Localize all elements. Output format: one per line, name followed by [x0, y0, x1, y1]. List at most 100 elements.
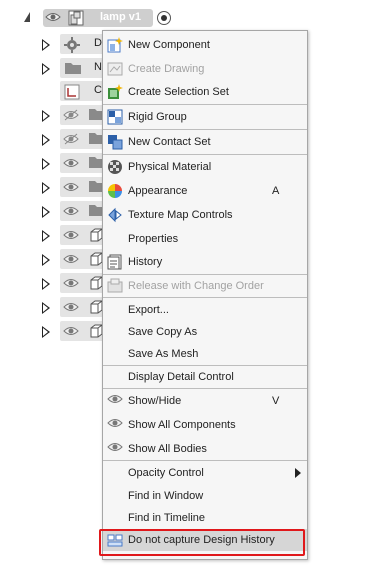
eye-icon[interactable]: [63, 205, 79, 219]
eye-icon[interactable]: [63, 181, 79, 195]
eye-icon[interactable]: [45, 11, 61, 26]
release-icon: [107, 278, 123, 294]
expand-triangle-icon[interactable]: [42, 110, 50, 122]
menu-item-label: New Component: [128, 39, 210, 51]
menu-item-export[interactable]: Export...: [103, 299, 307, 321]
menu-item-label: Create Drawing: [128, 63, 205, 75]
selection-set-icon: [107, 84, 123, 100]
eye-off-icon[interactable]: [63, 133, 79, 147]
menu-item-label: Show/Hide: [128, 395, 182, 407]
expand-triangle-icon[interactable]: [42, 63, 50, 75]
menu-item-properties[interactable]: Properties: [103, 228, 307, 250]
menu-item-label: Display Detail Control: [128, 371, 234, 383]
menu-item-label: Save Copy As: [128, 326, 198, 338]
menu-item-label: Show All Bodies: [128, 443, 207, 455]
tree-row[interactable]: [38, 272, 108, 294]
menu-separator: [103, 104, 307, 105]
menu-item-find-in-timeline[interactable]: Find in Timeline: [103, 507, 307, 529]
menu-item-label: History: [128, 256, 163, 268]
eye-icon[interactable]: [63, 325, 79, 339]
expand-triangle-icon[interactable]: [42, 278, 50, 290]
expand-triangle-icon[interactable]: [42, 326, 50, 338]
menu-item-label: Save As Mesh: [128, 348, 199, 360]
create-drawing-icon: [107, 61, 123, 77]
tree-row[interactable]: [38, 200, 108, 222]
texture-map-icon: [107, 207, 123, 223]
expand-triangle-icon[interactable]: [42, 230, 50, 242]
tree-row[interactable]: De: [38, 33, 108, 55]
menu-item-label: Texture Map Controls: [128, 209, 233, 221]
menu-item-physical-material[interactable]: Physical Material: [103, 156, 307, 178]
tree-row[interactable]: [38, 248, 108, 270]
menu-item-history[interactable]: History: [103, 251, 307, 273]
menu-item-appearance[interactable]: Appearance A: [103, 180, 307, 202]
eye-icon: [107, 417, 123, 433]
menu-item-label: Find in Window: [128, 490, 204, 502]
menu-item-texture-map-controls[interactable]: Texture Map Controls: [103, 204, 307, 226]
menu-item-label: Create Selection Set: [128, 86, 229, 98]
component-icon: [68, 10, 84, 29]
tree-row[interactable]: [38, 128, 108, 150]
expand-triangle-icon[interactable]: [42, 39, 50, 51]
root-component-label[interactable]: lamp v1: [100, 11, 141, 23]
menu-item-label: New Contact Set: [128, 136, 211, 148]
menu-item-save-as-mesh[interactable]: Save As Mesh: [103, 343, 307, 365]
eye-icon[interactable]: [63, 301, 79, 315]
tree-row[interactable]: [38, 320, 108, 342]
menu-separator: [103, 388, 307, 389]
menu-item-show-all-components[interactable]: Show All Components: [103, 414, 307, 436]
menu-item-label: Show All Components: [128, 419, 236, 431]
expand-triangle-icon[interactable]: [42, 206, 50, 218]
eye-off-icon[interactable]: [63, 109, 79, 123]
menu-item-display-detail-control[interactable]: Display Detail Control: [103, 366, 307, 388]
menu-item-opacity-control[interactable]: Opacity Control: [103, 462, 307, 484]
menu-item-label: Opacity Control: [128, 467, 204, 479]
activate-radio-icon[interactable]: [157, 11, 171, 25]
menu-item-label: Physical Material: [128, 161, 212, 173]
gear-icon: [64, 37, 80, 53]
expand-triangle-icon[interactable]: [42, 134, 50, 146]
menu-item-label: Appearance: [128, 185, 188, 197]
rigid-group-icon: [107, 109, 123, 125]
expand-triangle-icon[interactable]: [42, 302, 50, 314]
context-menu: New Component Create Drawing Create Select…: [102, 30, 308, 560]
menu-item-create-drawing: Create Drawing: [103, 58, 307, 80]
menu-item-show-hide[interactable]: Show/Hide V: [103, 390, 307, 412]
expand-triangle-icon[interactable]: [42, 182, 50, 194]
shortcut-key: A: [272, 185, 280, 197]
menu-item-create-selection-set[interactable]: Create Selection Set: [103, 81, 307, 103]
menu-separator: [103, 460, 307, 461]
menu-item-find-in-window[interactable]: Find in Window: [103, 485, 307, 507]
highlight-box: [99, 529, 305, 556]
menu-item-show-all-bodies[interactable]: Show All Bodies: [103, 438, 307, 460]
menu-item-new-contact-set[interactable]: New Contact Set: [103, 131, 307, 153]
eye-icon[interactable]: [63, 229, 79, 243]
shortcut-key: V: [272, 395, 280, 407]
eye-icon[interactable]: [63, 277, 79, 291]
menu-item-rigid-group[interactable]: Rigid Group: [103, 106, 307, 128]
menu-separator: [103, 129, 307, 130]
menu-item-label: Export...: [128, 304, 169, 316]
menu-item-label: Release with Change Order: [128, 280, 264, 292]
eye-icon[interactable]: [63, 157, 79, 171]
physical-material-icon: [107, 159, 123, 175]
tree-row[interactable]: [38, 296, 108, 318]
expand-triangle-icon[interactable]: [42, 158, 50, 170]
menu-item-new-component[interactable]: New Component: [103, 34, 307, 56]
tree-row[interactable]: [38, 224, 108, 246]
menu-separator: [103, 297, 307, 298]
menu-item-label: Find in Timeline: [128, 512, 206, 524]
menu-item-save-copy-as[interactable]: Save Copy As: [103, 321, 307, 343]
tree-row[interactable]: [38, 152, 108, 174]
root-collapse-triangle[interactable]: [24, 12, 30, 22]
tree-row[interactable]: [38, 176, 108, 198]
menu-separator: [103, 154, 307, 155]
tree-row[interactable]: Na: [38, 57, 108, 79]
tree-row[interactable]: Co: [38, 80, 108, 102]
menu-item-label: Rigid Group: [128, 111, 187, 123]
eye-icon[interactable]: [63, 253, 79, 267]
expand-triangle-icon[interactable]: [42, 254, 50, 266]
eye-icon: [107, 393, 123, 409]
contact-set-icon: [107, 134, 123, 150]
tree-row[interactable]: [38, 104, 108, 126]
